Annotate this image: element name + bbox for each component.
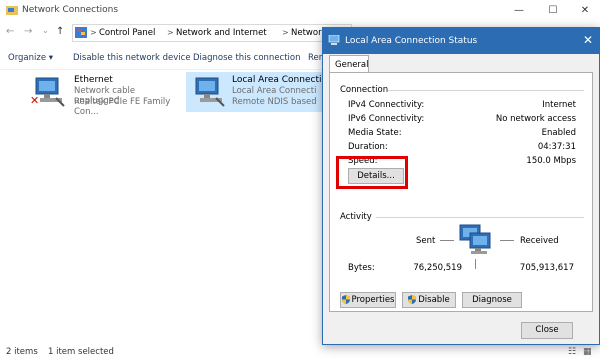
selected-count: 1 item selected [48,347,114,357]
window-title: Network Connections [22,5,119,15]
breadcrumb-separator: > [282,28,289,37]
dialog-title-bar: Local Area Connection Status ✕ [323,28,599,54]
ipv6-value: No network access [495,114,576,124]
history-chevron-icon[interactable]: ⌄ [42,26,49,35]
control-panel-icon [75,27,87,38]
disconnected-x-icon: ✕ [30,94,40,107]
network-adapter-icon [195,77,225,107]
disable-label: Disable [418,295,450,305]
breadcrumb-network-internet[interactable]: Network and Internet [176,28,267,38]
connection-item-local-area[interactable]: Local Area Connecti Local Area Connecti … [186,72,322,112]
network-activity-icon [459,224,491,254]
item-count: 2 items [6,347,38,357]
duration-label: Duration: [348,142,388,152]
disable-button[interactable]: Disable [402,292,456,308]
up-arrow-icon[interactable]: ↑ [56,26,64,37]
properties-button[interactable]: Properties [340,292,396,308]
close-window-button[interactable]: ✕ [574,3,596,19]
details-view-icon[interactable]: ☷ [568,347,576,357]
connection-name: Ethernet [74,75,113,85]
back-arrow-icon[interactable]: ← [6,26,14,37]
speed-value: 150.0 Mbps [526,156,576,166]
dialog-close-button[interactable]: Close [521,322,573,339]
minimize-button[interactable]: — [508,3,530,19]
received-line [500,240,514,241]
bytes-sent-value: 76,250,519 [413,263,462,273]
organize-menu[interactable]: Organize ▾ [8,53,53,63]
disable-device-command[interactable]: Disable this network device [73,53,191,63]
ipv4-label: IPv4 Connectivity: [348,100,425,110]
media-state-value: Enabled [541,128,576,138]
ipv6-label: IPv6 Connectivity: [348,114,425,124]
breadcrumb-control-panel[interactable]: Control Panel [99,28,155,38]
connection-name: Local Area Connecti [232,75,322,85]
tab-general-label: General [335,60,369,70]
breadcrumb-separator: > [167,28,174,37]
media-state-label: Media State: [348,128,402,138]
properties-label: Properties [351,295,395,305]
maximize-button[interactable]: ☐ [542,3,564,19]
ipv4-value: Internet [542,100,576,110]
breadcrumb-separator: > [90,28,97,37]
uac-shield-icon [408,295,417,304]
activity-divider [475,259,476,269]
tab-general[interactable]: General [329,55,369,73]
duration-value: 04:37:31 [537,142,576,152]
network-folder-icon [6,6,18,15]
details-highlight-annotation [336,156,408,189]
connection-item-ethernet[interactable]: ✕ Ethernet Network cable unplugged Realt… [28,72,182,117]
status-bar: 2 items 1 item selected ☷ ▦ [0,344,600,359]
diagnose-button[interactable]: Diagnose [462,292,522,308]
bytes-received-value: 705,913,617 [519,263,574,273]
activity-group-heading: Activity [340,212,372,222]
diagnose-connection-command[interactable]: Diagnose this connection [193,53,301,63]
connection-device: Realtek PCIe FE Family Con... [74,97,171,117]
large-icons-view-icon[interactable]: ▦ [583,347,592,357]
network-connections-window: Network Connections — ☐ ✕ ← → ⌄ ↑ > Cont… [0,0,600,359]
dialog-title: Local Area Connection Status [345,36,478,46]
group-divider [376,217,584,218]
forward-arrow-icon[interactable]: → [24,26,32,37]
sent-label: Sent [416,236,436,246]
received-label: Received [520,236,559,246]
connection-device: Remote NDIS based [232,97,317,107]
connection-status: Local Area Connecti [232,86,317,96]
title-bar: Network Connections — ☐ ✕ [0,0,600,22]
bytes-label: Bytes: [348,263,375,273]
sent-line [440,240,454,241]
group-divider [388,90,584,91]
uac-shield-icon [341,295,350,304]
dialog-close-icon[interactable]: ✕ [583,33,593,47]
connection-group-heading: Connection [340,85,389,95]
network-icon [328,35,340,45]
general-panel: Connection IPv4 Connectivity: Internet I… [329,72,593,312]
